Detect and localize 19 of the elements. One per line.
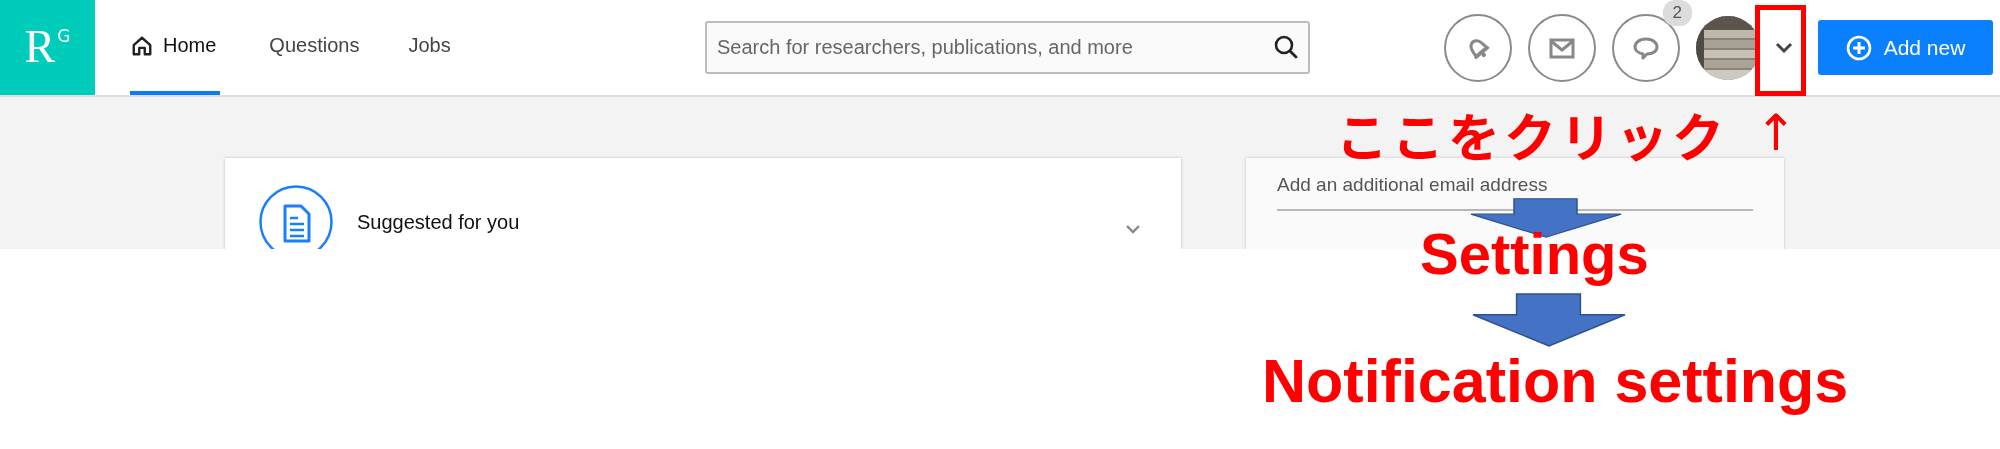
add-new-button[interactable]: Add new [1818, 20, 1993, 75]
caret-icon[interactable] [1774, 40, 1794, 55]
annotation-text: Notification settings [1262, 348, 1849, 416]
card-title: Suggested for you [357, 211, 520, 234]
nav-tab[interactable]: Jobs [407, 0, 487, 95]
annotation-text: ここをクリック [1336, 106, 1728, 164]
count-badge: 2 [1662, 0, 1692, 26]
logo-letter: R [24, 20, 56, 73]
document-icon [259, 185, 333, 249]
search-field[interactable]: Search for researchers, publications, and more [705, 21, 1310, 74]
search-icon[interactable] [1273, 34, 1299, 60]
chevron-icon[interactable] [1125, 223, 1141, 235]
nav-tab[interactable]: Questions [268, 0, 396, 95]
home-icon [131, 34, 153, 57]
annotation-arrow: ↑ [1755, 106, 1797, 161]
down-arrow-icon [1472, 293, 1626, 347]
logo-superscript: G [57, 26, 71, 46]
annotation-text: Settings [1420, 222, 1649, 286]
plus-icon [1845, 34, 1872, 61]
